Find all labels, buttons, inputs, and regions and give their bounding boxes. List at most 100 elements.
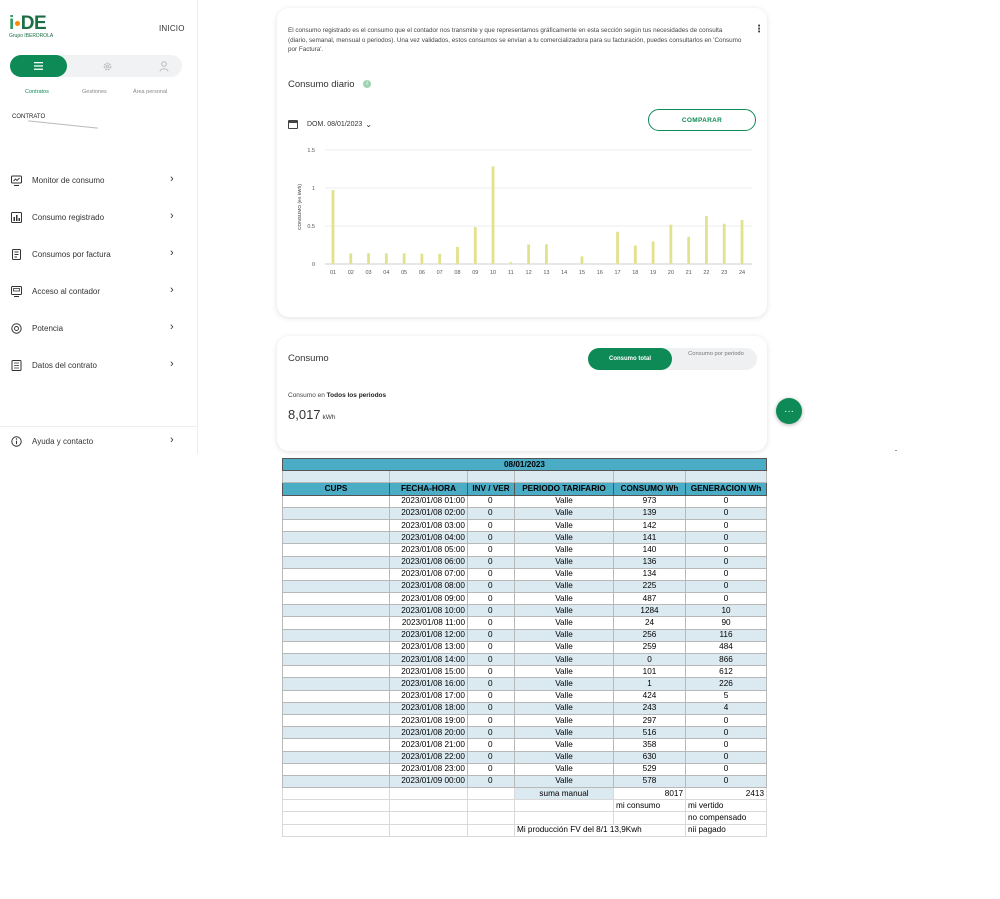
table-cell[interactable]: 630 [613,750,686,764]
table-cell[interactable] [282,726,390,740]
table-cell[interactable] [282,774,390,789]
table-cell[interactable]: 612 [685,665,767,679]
table-cell[interactable]: 0 [685,555,767,569]
table-cell[interactable]: 2023/01/08 01:00 [389,494,468,508]
bar-01[interactable] [331,190,335,264]
table-cell[interactable] [389,799,468,813]
suma-generacion-cell[interactable]: 2413 [685,787,767,801]
table-cell[interactable]: 0 [685,726,767,740]
table-cell[interactable]: 0 [467,518,515,533]
table-cell[interactable] [467,787,515,801]
table-cell[interactable]: Valle [514,555,614,569]
segment-contratos[interactable] [10,55,67,77]
table-cell[interactable]: 0 [467,531,515,545]
table-cell[interactable] [282,604,390,618]
table-cell[interactable]: 0 [685,579,767,594]
table-cell[interactable]: Valle [514,592,614,606]
table-cell[interactable]: 2023/01/08 08:00 [389,579,468,594]
table-cell[interactable]: 973 [613,494,686,508]
bar-23[interactable] [722,223,726,264]
table-cell[interactable]: 2023/01/08 21:00 [389,738,468,752]
bar-09[interactable] [473,226,477,264]
table-cell[interactable]: 2023/01/08 09:00 [389,592,468,606]
table-cell[interactable]: Valle [514,616,614,630]
table-cell[interactable] [282,494,390,508]
table-cell[interactable] [282,616,390,630]
table-cell[interactable]: 2023/01/08 23:00 [389,762,468,776]
sheet-cell[interactable] [467,470,515,484]
segment-area-personal[interactable] [136,55,191,77]
sheet-cell[interactable] [613,470,686,484]
bar-19[interactable] [651,241,655,264]
table-cell[interactable]: Valle [514,665,614,679]
table-cell[interactable]: 142 [613,518,686,533]
table-cell[interactable]: 0 [613,652,686,667]
table-cell[interactable] [282,567,390,581]
table-cell[interactable]: 2023/01/08 22:00 [389,750,468,764]
table-cell[interactable]: 0 [685,738,767,752]
table-cell[interactable]: Valle [514,750,614,764]
bar-04[interactable] [384,253,388,264]
table-cell[interactable]: 5 [685,689,767,703]
table-cell[interactable]: 0 [467,592,515,606]
table-cell[interactable]: 116 [685,628,767,642]
sidebar-item-potencia[interactable]: Potencia › [0,318,198,340]
table-cell[interactable]: 0 [467,579,515,594]
bar-03[interactable] [367,253,370,264]
table-cell[interactable] [282,665,390,679]
table-cell[interactable]: 2023/01/08 19:00 [389,713,468,728]
sidebar-item-ayuda-contacto[interactable]: Ayuda y contacto › [0,431,198,453]
table-cell[interactable]: Valle [514,652,614,667]
table-cell[interactable]: 484 [685,640,767,655]
date-selector[interactable]: DOM. 08/01/2023 ⌄ [288,120,372,129]
table-cell[interactable]: Valle [514,762,614,776]
table-cell[interactable]: 259 [613,640,686,655]
table-cell[interactable]: 866 [685,652,767,667]
table-cell[interactable] [389,811,468,825]
table-cell[interactable]: 2023/01/09 00:00 [389,774,468,789]
table-cell[interactable]: 0 [685,750,767,764]
sidebar-item-acceso-contador[interactable]: Acceso al contador › [0,281,198,303]
sheet-header-cell[interactable]: PERIODO TARIFARIO [514,482,614,496]
table-cell[interactable]: 0 [467,726,515,740]
bar-22[interactable] [705,216,708,264]
table-cell[interactable] [282,762,390,776]
sheet-cell[interactable] [282,470,390,484]
sheet-header-cell[interactable]: GENERACION Wh [685,482,767,496]
table-cell[interactable]: 0 [467,774,515,789]
table-cell[interactable]: 0 [467,750,515,764]
table-cell[interactable]: 358 [613,738,686,752]
table-cell[interactable]: 225 [613,579,686,594]
compare-button[interactable]: COMPARAR [648,109,756,131]
bar-08[interactable] [456,246,459,264]
table-cell[interactable]: 0 [467,677,515,691]
table-cell[interactable]: 2023/01/08 05:00 [389,543,468,557]
bar-07[interactable] [438,253,442,264]
bar-15[interactable] [580,256,584,264]
segment-label-contratos[interactable]: Contratos [25,89,49,95]
table-cell[interactable] [389,823,468,837]
table-cell[interactable] [282,531,390,545]
table-cell[interactable]: 256 [613,628,686,642]
table-cell[interactable]: 0 [467,665,515,679]
table-cell[interactable]: 2023/01/08 03:00 [389,518,468,533]
table-cell[interactable]: 0 [467,640,515,655]
table-cell[interactable]: 2023/01/08 18:00 [389,701,468,715]
bar-10[interactable] [491,166,495,264]
sheet-cell[interactable] [389,470,468,484]
bar-20[interactable] [669,224,673,264]
table-cell[interactable]: 243 [613,701,686,715]
table-cell[interactable]: 0 [467,689,515,703]
table-cell[interactable] [467,823,515,837]
table-cell[interactable] [282,592,390,606]
table-cell[interactable]: 516 [613,726,686,740]
table-cell[interactable]: 0 [685,567,767,581]
table-cell[interactable]: Valle [514,567,614,581]
table-cell[interactable] [514,811,614,825]
bar-06[interactable] [420,253,424,264]
table-cell[interactable]: 0 [685,494,767,508]
table-cell[interactable]: 578 [613,774,686,789]
table-cell[interactable] [282,640,390,655]
sheet-header-cell[interactable]: FECHA-HORA [389,482,468,496]
table-cell[interactable]: 0 [467,555,515,569]
